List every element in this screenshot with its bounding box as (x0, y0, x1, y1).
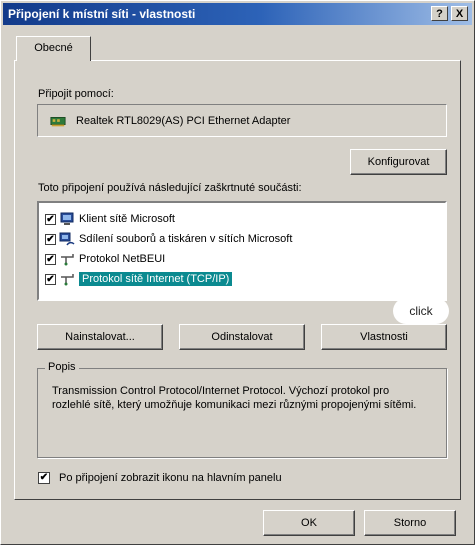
component-label: Protokol NetBEUI (79, 253, 166, 265)
tab-general[interactable]: Obecné (16, 36, 91, 61)
list-item[interactable]: ✔ Sdílení souborů a tiskáren v sítích Mi… (45, 230, 292, 248)
show-icon-label[interactable]: Po připojení zobrazit ikonu na hlavním p… (59, 472, 282, 484)
component-checkbox[interactable]: ✔ (45, 253, 56, 265)
install-button[interactable]: Nainstalovat... (37, 324, 163, 350)
network-client-icon (59, 212, 75, 226)
title-bar[interactable]: Připojení k místní síti - vlastnosti ? X (3, 3, 472, 25)
component-label: Sdílení souborů a tiskáren v sítích Micr… (79, 233, 293, 245)
adapter-box: Realtek RTL8029(AS) PCI Ethernet Adapter (37, 104, 447, 137)
configure-button[interactable]: Konfigurovat (350, 149, 447, 175)
network-adapter-icon (50, 114, 66, 128)
adapter-name: Realtek RTL8029(AS) PCI Ethernet Adapter (76, 114, 291, 127)
component-checkbox[interactable]: ✔ (45, 213, 56, 225)
uninstall-button[interactable]: Odinstalovat (179, 324, 305, 350)
description-title: Popis (45, 361, 79, 373)
show-icon-checkbox[interactable]: ✔ (38, 472, 50, 484)
file-print-sharing-icon (59, 232, 75, 246)
description-group (37, 368, 447, 458)
description-text: Transmission Control Protocol/Internet P… (52, 385, 417, 411)
component-label: Klient sítě Microsoft (79, 213, 175, 225)
properties-dialog: Připojení k místní síti - vlastnosti ? X… (0, 0, 475, 545)
component-checkbox[interactable]: ✔ (45, 233, 56, 245)
component-label: Protokol sítě Internet (TCP/IP) (79, 272, 233, 286)
ok-button[interactable]: OK (263, 510, 355, 536)
connect-using-label: Připojit pomocí: (38, 88, 114, 100)
close-button[interactable]: X (451, 6, 468, 21)
click-callout: click (393, 298, 449, 324)
help-button[interactable]: ? (431, 6, 448, 21)
protocol-icon (59, 252, 75, 266)
components-label: Toto připojení používá následující zaškr… (38, 182, 302, 194)
properties-button[interactable]: Vlastnosti (321, 324, 447, 350)
window-title: Připojení k místní síti - vlastnosti (8, 7, 196, 21)
component-checkbox[interactable]: ✔ (45, 273, 56, 285)
list-item-selected[interactable]: ✔ Protokol sítě Internet (TCP/IP) (45, 270, 233, 288)
list-item[interactable]: ✔ Klient sítě Microsoft (45, 210, 175, 228)
cancel-button[interactable]: Storno (364, 510, 456, 536)
components-list[interactable]: ✔ Klient sítě Microsoft ✔ Sdílení soubor… (37, 201, 447, 301)
list-item[interactable]: ✔ Protokol NetBEUI (45, 250, 165, 268)
protocol-icon (59, 272, 75, 286)
